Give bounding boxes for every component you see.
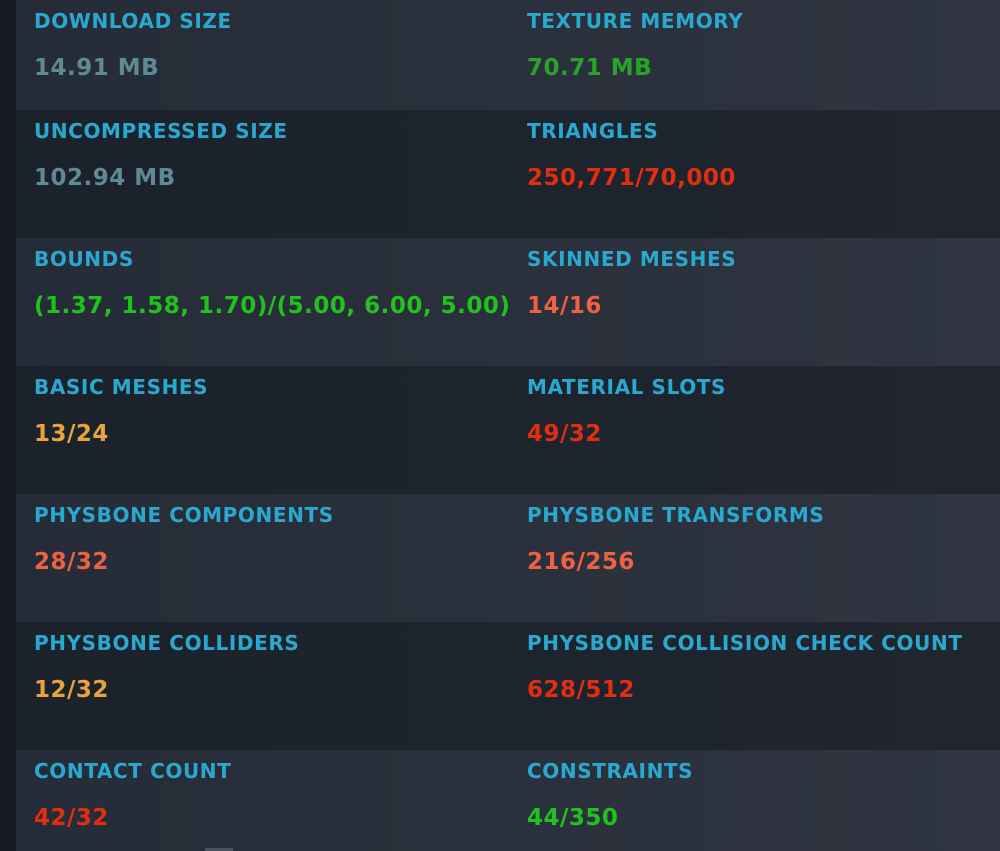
stat-triangles: TRIANGLES 250,771/70,000 [527,110,997,238]
stat-value: 250,771/70,000 [527,165,736,191]
stat-label: BOUNDS [34,247,134,271]
stat-uncompressed-size: UNCOMPRESSED SIZE 102.94 MB [34,110,504,238]
stat-download-size: DOWNLOAD SIZE 14.91 MB [34,0,504,110]
stat-label: CONTACT COUNT [34,759,232,783]
stat-row: UNCOMPRESSED SIZE 102.94 MB TRIANGLES 25… [16,110,1000,238]
stat-basic-meshes: BASIC MESHES 13/24 [34,366,504,494]
stat-row: PHYSBONE COMPONENTS 28/32 PHYSBONE TRANS… [16,494,1000,622]
stat-value: (1.37, 1.58, 1.70)/(5.00, 6.00, 5.00) [34,293,511,319]
stat-value: 49/32 [527,421,602,447]
stat-contact-count: CONTACT COUNT 42/32 [34,750,504,851]
stat-label: MATERIAL SLOTS [527,375,727,399]
stat-value: 70.71 MB [527,55,653,81]
stat-label: SKINNED MESHES [527,247,737,271]
stat-value: 628/512 [527,677,635,703]
stat-physbone-components: PHYSBONE COMPONENTS 28/32 [34,494,504,622]
stat-label: BASIC MESHES [34,375,209,399]
stat-value: 13/24 [34,421,109,447]
stat-value: 216/256 [527,549,635,575]
stat-label: PHYSBONE COMPONENTS [34,503,334,527]
stat-row: BASIC MESHES 13/24 MATERIAL SLOTS 49/32 [16,366,1000,494]
stat-physbone-colliders: PHYSBONE COLLIDERS 12/32 [34,622,504,750]
stat-skinned-meshes: SKINNED MESHES 14/16 [527,238,997,366]
stat-bounds: BOUNDS (1.37, 1.58, 1.70)/(5.00, 6.00, 5… [34,238,510,366]
stat-label: PHYSBONE COLLISION CHECK COUNT [527,631,963,655]
stat-value: 28/32 [34,549,109,575]
stat-row: CONTACT COUNT 42/32 CONSTRAINTS 44/350 [16,750,1000,851]
stat-label: DOWNLOAD SIZE [34,9,232,33]
stat-row: BOUNDS (1.37, 1.58, 1.70)/(5.00, 6.00, 5… [16,238,1000,366]
stat-physbone-transforms: PHYSBONE TRANSFORMS 216/256 [527,494,997,622]
stat-label: TEXTURE MEMORY [527,9,744,33]
stat-material-slots: MATERIAL SLOTS 49/32 [527,366,997,494]
stat-row: PHYSBONE COLLIDERS 12/32 PHYSBONE COLLIS… [16,622,1000,750]
stat-value: 12/32 [34,677,109,703]
stat-value: 42/32 [34,805,109,831]
stat-label: PHYSBONE COLLIDERS [34,631,300,655]
stat-physbone-collision-check-count: PHYSBONE COLLISION CHECK COUNT 628/512 [527,622,997,750]
left-edge-strip [0,0,16,851]
stat-value: 14/16 [527,293,602,319]
performance-stats-panel: DOWNLOAD SIZE 14.91 MB TEXTURE MEMORY 70… [16,0,1000,851]
stat-value: 44/350 [527,805,619,831]
stat-label: PHYSBONE TRANSFORMS [527,503,825,527]
stat-value: 14.91 MB [34,55,160,81]
stat-label: CONSTRAINTS [527,759,694,783]
stat-constraints: CONSTRAINTS 44/350 [527,750,997,851]
stat-row: DOWNLOAD SIZE 14.91 MB TEXTURE MEMORY 70… [16,0,1000,110]
stat-value: 102.94 MB [34,165,176,191]
stat-label: UNCOMPRESSED SIZE [34,119,288,143]
stat-texture-memory: TEXTURE MEMORY 70.71 MB [527,0,997,110]
stat-label: TRIANGLES [527,119,659,143]
